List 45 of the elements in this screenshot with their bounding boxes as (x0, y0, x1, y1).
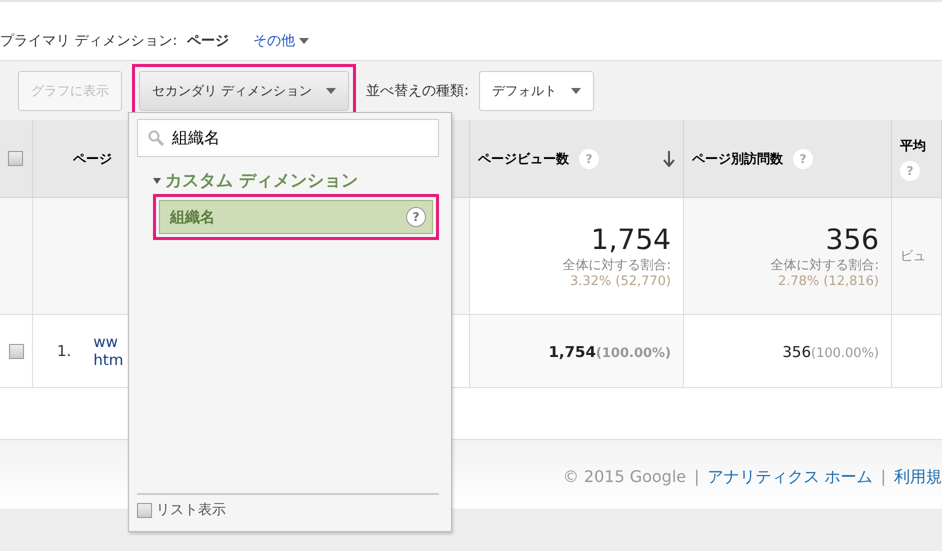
separator: | (880, 467, 886, 486)
search-field[interactable]: 組織名 (137, 119, 439, 157)
caret-icon (299, 38, 310, 44)
summary-value: 356 (826, 223, 879, 256)
column-label: ページ別訪問数 (692, 150, 783, 168)
group-header[interactable]: カスタム ディメンション (153, 169, 439, 192)
column-label: ページビュー数 (478, 150, 569, 168)
secondary-dimension-button[interactable]: セカンダリ ディメンション (139, 70, 350, 110)
summary-caption: 全体に対する割合: (770, 257, 879, 274)
item-label: 組織名 (170, 208, 215, 226)
help-icon[interactable]: ? (406, 207, 426, 227)
footer-link[interactable]: アナリティクス ホーム (708, 467, 873, 488)
page-link[interactable]: ww htm (93, 333, 124, 369)
summary-caption: ビュ (900, 248, 926, 265)
sort-type-select[interactable]: デフォルト (478, 70, 594, 110)
column-header[interactable]: ページビュー数 ? (470, 120, 684, 198)
caret-icon (153, 178, 161, 184)
primary-dimension-value: ページ (187, 32, 230, 50)
sort-arrow-icon[interactable] (663, 150, 675, 166)
caret-icon (570, 88, 581, 94)
copyright-text: © 2015 Google (562, 467, 686, 486)
row-index: 1. (57, 342, 72, 360)
column-header[interactable]: ページ別訪問数 ? (684, 120, 892, 198)
search-value: 組織名 (172, 128, 220, 148)
search-icon (148, 130, 164, 146)
sort-type-label: 並べ替えの種類: (366, 82, 469, 100)
summary-caption: 全体に対する割合: (562, 257, 671, 274)
primary-dimension-label: プライマリ ディメンション: (0, 32, 178, 50)
column-label: 平均 (900, 138, 926, 154)
separator: | (694, 467, 700, 486)
column-label: ページ (73, 150, 112, 168)
select-all-checkbox[interactable] (8, 151, 23, 166)
list-view-label: リスト表示 (156, 501, 226, 519)
other-dimension-link[interactable]: その他 (253, 32, 310, 50)
visits-value: 356(100.00%) (782, 342, 879, 360)
dimension-item[interactable]: 組織名 ? (159, 200, 433, 234)
list-view-checkbox[interactable] (137, 502, 152, 518)
summary-value: 1,754 (590, 223, 671, 256)
row-checkbox[interactable] (8, 344, 24, 358)
caret-icon (326, 88, 336, 94)
summary-detail: 3.32% (52,770) (570, 274, 671, 289)
column-header[interactable]: 平均 ? (892, 120, 942, 198)
summary-detail: 2.78% (12,816) (778, 274, 879, 289)
footer-link[interactable]: 利用規 (894, 467, 942, 488)
pageviews-value: 1,754(100.00%) (548, 342, 671, 360)
